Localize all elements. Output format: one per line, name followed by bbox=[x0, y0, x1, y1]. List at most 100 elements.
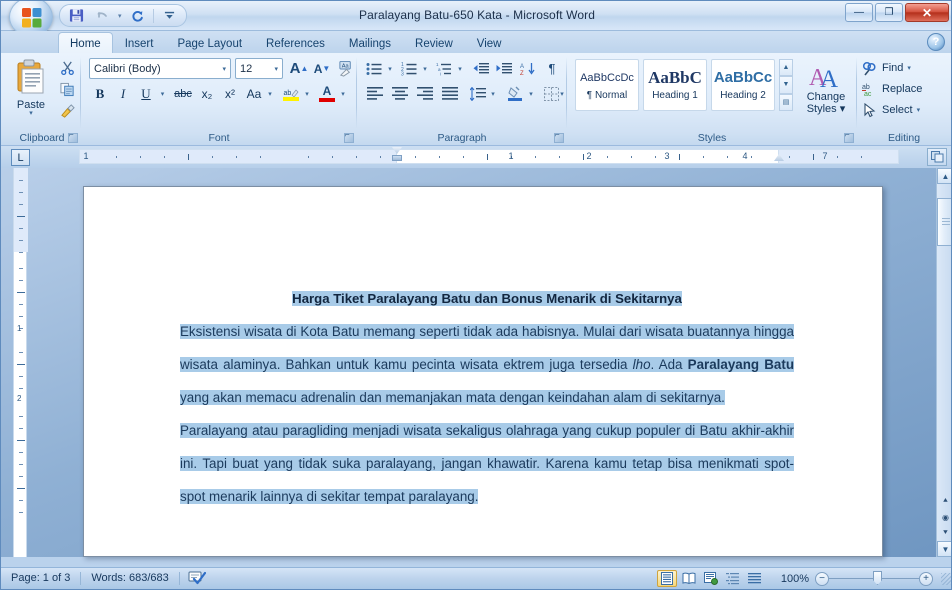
font-color-dropdown-icon[interactable]: ▾ bbox=[338, 83, 348, 104]
zoom-thumb[interactable] bbox=[873, 571, 882, 585]
shading-icon[interactable] bbox=[504, 83, 526, 104]
styles-scroll-down-icon[interactable]: ▼ bbox=[779, 76, 793, 94]
line-spacing-icon[interactable] bbox=[467, 83, 489, 104]
document-text-area[interactable]: Harga Tiket Paralayang Batu dan Bonus Me… bbox=[180, 282, 795, 513]
styles-more-icon[interactable]: ▤ bbox=[779, 93, 793, 111]
numbering-dropdown-icon[interactable]: ▾ bbox=[420, 58, 430, 79]
view-ruler-icon[interactable] bbox=[927, 148, 947, 166]
multilevel-list-icon[interactable]: 1ai bbox=[433, 58, 455, 79]
tab-page-layout[interactable]: Page Layout bbox=[165, 32, 254, 54]
underline-icon[interactable]: U bbox=[135, 83, 157, 104]
font-size-combo[interactable]: 12 ▾ bbox=[235, 58, 283, 79]
undo-icon[interactable] bbox=[92, 6, 113, 25]
subscript-icon[interactable]: x₂ bbox=[196, 83, 218, 104]
strikethrough-icon[interactable]: abc bbox=[171, 83, 195, 104]
find-dropdown-icon[interactable]: ▾ bbox=[907, 64, 911, 72]
replace-button[interactable]: ab ac Replace bbox=[859, 79, 947, 99]
change-case-icon[interactable]: Aa bbox=[242, 83, 266, 104]
ruler-left-margin-zone[interactable]: 1 bbox=[79, 149, 397, 164]
style-heading-2[interactable]: AaBbCc Heading 2 bbox=[711, 59, 775, 111]
italic-icon[interactable]: I bbox=[112, 83, 134, 104]
copy-icon[interactable] bbox=[57, 79, 77, 99]
close-button[interactable]: ✕ bbox=[905, 3, 949, 22]
vertical-scrollbar[interactable]: ▲ ⯅ ◉ ⯆ ▼ bbox=[936, 168, 951, 557]
tab-references[interactable]: References bbox=[254, 32, 337, 54]
proofing-status-icon[interactable] bbox=[180, 570, 214, 587]
outline-view-icon[interactable] bbox=[723, 570, 743, 587]
zoom-slider[interactable]: − + bbox=[809, 571, 939, 586]
select-button[interactable]: Select ▾ bbox=[859, 100, 947, 120]
redo-icon[interactable] bbox=[127, 6, 148, 25]
styles-scroll-up-icon[interactable]: ▲ bbox=[779, 59, 793, 77]
shading-dropdown-icon[interactable]: ▾ bbox=[526, 83, 536, 104]
select-dropdown-icon[interactable]: ▾ bbox=[917, 106, 921, 114]
grow-font-icon[interactable]: A ▲ bbox=[288, 58, 310, 79]
font-name-dropdown-icon[interactable]: ▾ bbox=[222, 65, 226, 73]
font-size-dropdown-icon[interactable]: ▾ bbox=[274, 65, 278, 73]
underline-dropdown-icon[interactable]: ▾ bbox=[157, 83, 168, 104]
clipboard-dialog-launcher[interactable] bbox=[68, 130, 78, 143]
align-center-icon[interactable] bbox=[388, 83, 412, 104]
tab-home[interactable]: Home bbox=[58, 32, 113, 54]
change-case-dropdown-icon[interactable]: ▾ bbox=[265, 83, 275, 104]
document-page[interactable]: Harga Tiket Paralayang Batu dan Bonus Me… bbox=[83, 186, 883, 557]
shrink-font-icon[interactable]: A ▼ bbox=[311, 58, 333, 79]
bullets-icon[interactable] bbox=[363, 58, 385, 79]
tab-stop-selector[interactable]: L bbox=[11, 149, 30, 166]
tab-review[interactable]: Review bbox=[403, 32, 465, 54]
customize-qat-icon[interactable] bbox=[159, 6, 180, 25]
numbering-icon[interactable]: 123 bbox=[398, 58, 420, 79]
undo-dropdown-icon[interactable]: ▾ bbox=[118, 12, 122, 20]
style-heading-1[interactable]: AaBbC Heading 1 bbox=[643, 59, 707, 111]
select-browse-object-icon[interactable]: ◉ bbox=[937, 509, 951, 525]
zoom-level[interactable]: 100% bbox=[769, 573, 809, 585]
restore-button[interactable]: ❐ bbox=[875, 3, 903, 22]
paste-dropdown-icon[interactable]: ▾ bbox=[29, 110, 33, 117]
next-page-icon[interactable]: ⯆ bbox=[937, 525, 951, 541]
justify-icon[interactable] bbox=[438, 83, 462, 104]
clear-formatting-icon[interactable]: Aa bbox=[335, 58, 357, 79]
paragraph-dialog-launcher[interactable] bbox=[554, 130, 564, 143]
decrease-indent-icon[interactable] bbox=[470, 58, 492, 79]
format-painter-icon[interactable] bbox=[57, 101, 77, 121]
word-count-status[interactable]: Words: 683/683 bbox=[81, 570, 178, 587]
sort-icon[interactable]: A Z bbox=[517, 58, 539, 79]
tab-view[interactable]: View bbox=[465, 32, 514, 54]
bullets-dropdown-icon[interactable]: ▾ bbox=[385, 58, 395, 79]
previous-page-icon[interactable]: ⯅ bbox=[937, 493, 951, 509]
show-formatting-marks-icon[interactable]: ¶ bbox=[541, 58, 563, 79]
tab-mailings[interactable]: Mailings bbox=[337, 32, 403, 54]
scroll-down-icon[interactable]: ▼ bbox=[937, 541, 951, 557]
paste-button[interactable]: Paste ▾ bbox=[9, 57, 53, 121]
ruler-text-zone[interactable]: 1 2 3 4 bbox=[397, 149, 779, 164]
full-screen-reading-view-icon[interactable] bbox=[679, 570, 699, 587]
superscript-icon[interactable]: x² bbox=[219, 83, 241, 104]
ruler-right-margin-zone[interactable]: 7 bbox=[779, 149, 899, 164]
highlight-dropdown-icon[interactable]: ▾ bbox=[302, 83, 312, 104]
save-icon[interactable] bbox=[66, 6, 87, 25]
align-right-icon[interactable] bbox=[413, 83, 437, 104]
styles-dialog-launcher[interactable] bbox=[844, 130, 854, 143]
left-indent-marker[interactable] bbox=[392, 155, 402, 161]
bold-icon[interactable]: B bbox=[89, 83, 111, 104]
increase-indent-icon[interactable] bbox=[493, 58, 515, 79]
resize-grip[interactable] bbox=[941, 572, 951, 585]
cut-icon[interactable] bbox=[57, 57, 77, 77]
draft-view-icon[interactable] bbox=[745, 570, 765, 587]
find-button[interactable]: Find ▾ bbox=[859, 58, 947, 78]
line-spacing-dropdown-icon[interactable]: ▾ bbox=[488, 83, 498, 104]
zoom-track[interactable] bbox=[829, 571, 919, 585]
change-styles-button[interactable]: A A Change Styles ▾ bbox=[799, 57, 853, 121]
zoom-in-button[interactable]: + bbox=[919, 571, 933, 586]
text-highlight-color-icon[interactable]: ab bbox=[280, 83, 302, 104]
scrollbar-thumb[interactable] bbox=[937, 198, 951, 246]
vertical-ruler[interactable]: 1 2 bbox=[13, 168, 28, 557]
font-dialog-launcher[interactable] bbox=[344, 130, 354, 143]
style-normal[interactable]: AaBbCcDc ¶ Normal bbox=[575, 59, 639, 111]
help-icon[interactable]: ? bbox=[927, 33, 945, 51]
zoom-out-button[interactable]: − bbox=[815, 571, 829, 586]
tab-insert[interactable]: Insert bbox=[113, 32, 166, 54]
print-layout-view-icon[interactable] bbox=[657, 570, 677, 587]
font-name-combo[interactable]: Calibri (Body) ▾ bbox=[89, 58, 231, 79]
web-layout-view-icon[interactable] bbox=[701, 570, 721, 587]
